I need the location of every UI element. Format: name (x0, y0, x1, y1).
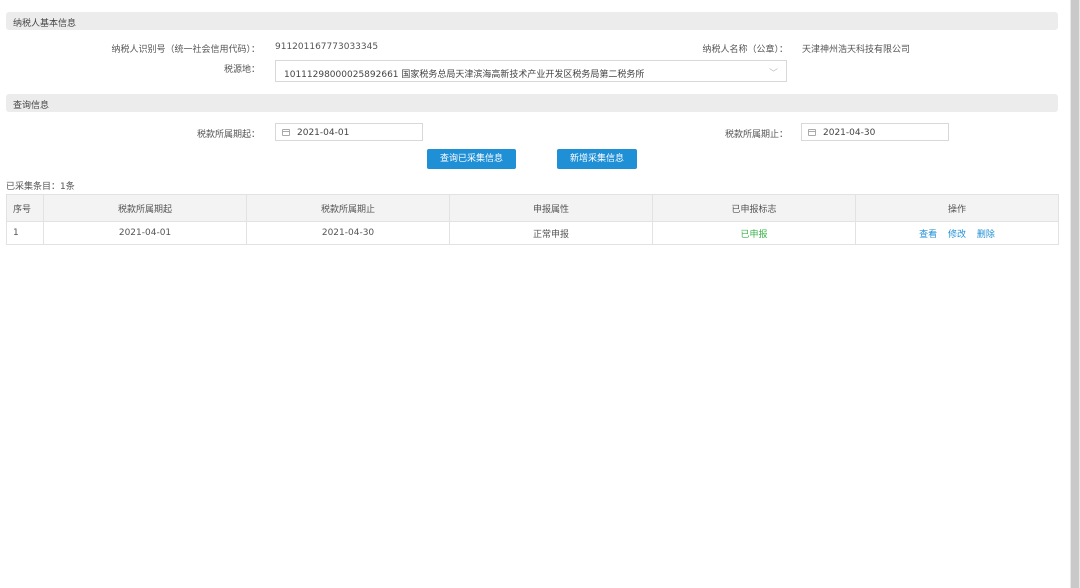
tax-source-label: 税源地： (223, 65, 260, 75)
row-end: 2021-04-30 (246, 221, 450, 245)
delete-link[interactable]: 删除 (977, 230, 995, 240)
basic-info-section-header: 纳税人基本信息 (6, 12, 1058, 30)
period-start-value: 2021-04-01 (297, 128, 350, 138)
table-row: 1 2021-04-01 2021-04-30 正常申报 已申报 查看 修改 删… (6, 221, 1059, 245)
col-actions-header: 操作 (855, 194, 1059, 222)
basic-info-title: 纳税人基本信息 (13, 19, 77, 29)
row-start: 2021-04-01 (43, 221, 247, 245)
col-attr-header: 申报属性 (449, 194, 653, 222)
vertical-scrollbar[interactable] (1070, 0, 1080, 588)
chevron-down-icon: ﹀ (768, 69, 778, 79)
query-info-section-header: 查询信息 (6, 94, 1058, 112)
col-index-header: 序号 (6, 194, 44, 222)
calendar-icon (282, 129, 290, 136)
table-header-row: 序号 税款所属期起 税款所属期止 申报属性 已申报标志 操作 (6, 194, 1059, 222)
collected-table: 序号 税款所属期起 税款所属期止 申报属性 已申报标志 操作 1 2021-04… (6, 194, 1059, 245)
calendar-icon (808, 129, 816, 136)
col-end-header: 税款所属期止 (246, 194, 450, 222)
taxpayer-name-label: 纳税人名称（公章）： (702, 45, 788, 55)
col-start-header: 税款所属期起 (43, 194, 247, 222)
row-index: 1 (6, 221, 44, 245)
period-end-label: 税款所属期止： (724, 130, 788, 140)
add-collect-button[interactable]: 新增采集信息 (557, 149, 637, 169)
query-info-title: 查询信息 (13, 101, 50, 111)
tax-source-value: 10111298000025892661 国家税务总局天津滨海高新技术产业开发区… (284, 70, 645, 80)
view-link[interactable]: 查看 (919, 230, 937, 240)
period-start-label: 税款所属期起： (196, 130, 260, 140)
tax-source-select[interactable]: 10111298000025892661 国家税务总局天津滨海高新技术产业开发区… (275, 60, 787, 82)
query-collected-button[interactable]: 查询已采集信息 (427, 149, 516, 169)
tax-id-value: 911201167773033345 (275, 42, 379, 52)
col-flag-header: 已申报标志 (652, 194, 856, 222)
period-start-input[interactable]: 2021-04-01 (275, 123, 423, 141)
edit-link[interactable]: 修改 (948, 230, 966, 240)
scrollbar-thumb[interactable] (1071, 0, 1079, 588)
row-flag: 已申报 (652, 221, 856, 245)
collected-count: 已采集条目：1条 (6, 182, 75, 192)
row-actions: 查看 修改 删除 (855, 221, 1059, 245)
taxpayer-name-value: 天津神州浩天科技有限公司 (802, 45, 911, 55)
row-attr: 正常申报 (449, 221, 653, 245)
period-end-input[interactable]: 2021-04-30 (801, 123, 949, 141)
period-end-value: 2021-04-30 (823, 128, 876, 138)
tax-id-label: 纳税人识别号（统一社会信用代码）： (111, 45, 260, 55)
